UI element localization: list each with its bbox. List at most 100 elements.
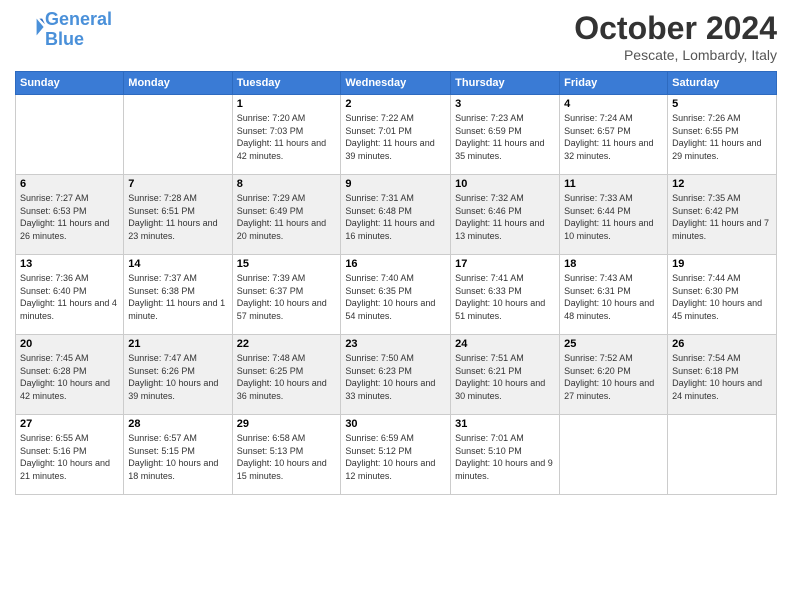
calendar-day-cell: 3 Sunrise: 7:23 AM Sunset: 6:59 PM Daylig… <box>451 95 560 175</box>
calendar-day-cell <box>124 95 232 175</box>
calendar-day-cell: 28 Sunrise: 6:57 AM Sunset: 5:15 PM Dayli… <box>124 415 232 495</box>
day-info: Sunrise: 7:35 AM Sunset: 6:42 PM Dayligh… <box>672 192 772 242</box>
calendar-day-cell <box>668 415 777 495</box>
location: Pescate, Lombardy, Italy <box>574 47 777 63</box>
calendar-day-cell: 29 Sunrise: 6:58 AM Sunset: 5:13 PM Dayli… <box>232 415 341 495</box>
day-info: Sunrise: 7:31 AM Sunset: 6:48 PM Dayligh… <box>345 192 446 242</box>
logo: General Blue <box>15 10 112 50</box>
calendar-week-row: 1Sunrise: 7:20 AM Sunset: 7:03 PM Daylig… <box>16 95 777 175</box>
day-info: Sunrise: 7:40 AM Sunset: 6:35 PM Dayligh… <box>345 272 446 322</box>
calendar-day-cell: 8Sunrise: 7:29 AM Sunset: 6:49 PM Daylig… <box>232 175 341 255</box>
day-info: Sunrise: 7:52 AM Sunset: 6:20 PM Dayligh… <box>564 352 663 402</box>
day-number: 19 <box>672 258 772 270</box>
calendar-header-row: SundayMondayTuesdayWednesdayThursdayFrid… <box>16 72 777 95</box>
day-info: Sunrise: 7:24 AM Sunset: 6:57 PM Dayligh… <box>564 112 663 162</box>
day-info: Sunrise: 7:36 AM Sunset: 6:40 PM Dayligh… <box>20 272 119 322</box>
day-number: 26 <box>672 338 772 350</box>
day-number: 23 <box>345 338 446 350</box>
calendar-day-cell: 9 Sunrise: 7:31 AM Sunset: 6:48 PM Daylig… <box>341 175 451 255</box>
calendar-day-cell: 24Sunrise: 7:51 AM Sunset: 6:21 PM Dayli… <box>451 335 560 415</box>
day-number: 18 <box>564 258 663 270</box>
day-info: Sunrise: 7:41 AM Sunset: 6:33 PM Dayligh… <box>455 272 555 322</box>
calendar-day-cell: 12 Sunrise: 7:35 AM Sunset: 6:42 PM Dayli… <box>668 175 777 255</box>
day-info: Sunrise: 7:22 AM Sunset: 7:01 PM Dayligh… <box>345 112 446 162</box>
day-number: 12 <box>672 178 772 190</box>
day-number: 4 <box>564 98 663 110</box>
day-info: Sunrise: 7:27 AM Sunset: 6:53 PM Dayligh… <box>20 192 119 242</box>
day-info: Sunrise: 7:47 AM Sunset: 6:26 PM Dayligh… <box>128 352 227 402</box>
calendar-day-cell: 6 Sunrise: 7:27 AM Sunset: 6:53 PM Daylig… <box>16 175 124 255</box>
day-number: 20 <box>20 338 119 350</box>
day-info: Sunrise: 6:57 AM Sunset: 5:15 PM Dayligh… <box>128 432 227 482</box>
calendar-day-cell: 16 Sunrise: 7:40 AM Sunset: 6:35 PM Dayli… <box>341 255 451 335</box>
header: General Blue October 2024 Pescate, Lomba… <box>15 10 777 63</box>
day-number: 5 <box>672 98 772 110</box>
day-number: 15 <box>237 258 337 270</box>
day-number: 14 <box>128 258 227 270</box>
calendar-day-cell: 26Sunrise: 7:54 AM Sunset: 6:18 PM Dayli… <box>668 335 777 415</box>
day-info: Sunrise: 7:37 AM Sunset: 6:38 PM Dayligh… <box>128 272 227 322</box>
weekday-header: Friday <box>560 72 668 95</box>
calendar-day-cell: 30Sunrise: 6:59 AM Sunset: 5:12 PM Dayli… <box>341 415 451 495</box>
calendar-week-row: 20 Sunrise: 7:45 AM Sunset: 6:28 PM Dayli… <box>16 335 777 415</box>
calendar-day-cell: 21 Sunrise: 7:47 AM Sunset: 6:26 PM Dayli… <box>124 335 232 415</box>
day-info: Sunrise: 6:58 AM Sunset: 5:13 PM Dayligh… <box>237 432 337 482</box>
day-number: 22 <box>237 338 337 350</box>
day-number: 28 <box>128 418 227 430</box>
calendar-day-cell: 4 Sunrise: 7:24 AM Sunset: 6:57 PM Daylig… <box>560 95 668 175</box>
calendar-day-cell <box>560 415 668 495</box>
page: General Blue October 2024 Pescate, Lomba… <box>0 0 792 612</box>
day-number: 13 <box>20 258 119 270</box>
day-number: 21 <box>128 338 227 350</box>
day-number: 3 <box>455 98 555 110</box>
day-info: Sunrise: 7:44 AM Sunset: 6:30 PM Dayligh… <box>672 272 772 322</box>
calendar-day-cell: 1Sunrise: 7:20 AM Sunset: 7:03 PM Daylig… <box>232 95 341 175</box>
day-info: Sunrise: 7:39 AM Sunset: 6:37 PM Dayligh… <box>237 272 337 322</box>
weekday-header: Wednesday <box>341 72 451 95</box>
calendar-day-cell: 5 Sunrise: 7:26 AM Sunset: 6:55 PM Daylig… <box>668 95 777 175</box>
calendar-day-cell: 10 Sunrise: 7:32 AM Sunset: 6:46 PM Dayli… <box>451 175 560 255</box>
day-info: Sunrise: 7:45 AM Sunset: 6:28 PM Dayligh… <box>20 352 119 402</box>
calendar-day-cell: 13 Sunrise: 7:36 AM Sunset: 6:40 PM Dayli… <box>16 255 124 335</box>
calendar-week-row: 13 Sunrise: 7:36 AM Sunset: 6:40 PM Dayli… <box>16 255 777 335</box>
day-number: 11 <box>564 178 663 190</box>
day-info: Sunrise: 7:33 AM Sunset: 6:44 PM Dayligh… <box>564 192 663 242</box>
weekday-header: Thursday <box>451 72 560 95</box>
calendar-day-cell: 23 Sunrise: 7:50 AM Sunset: 6:23 PM Dayli… <box>341 335 451 415</box>
day-number: 29 <box>237 418 337 430</box>
calendar-day-cell: 22 Sunrise: 7:48 AM Sunset: 6:25 PM Dayli… <box>232 335 341 415</box>
day-info: Sunrise: 6:55 AM Sunset: 5:16 PM Dayligh… <box>20 432 119 482</box>
day-number: 10 <box>455 178 555 190</box>
calendar-day-cell: 27Sunrise: 6:55 AM Sunset: 5:16 PM Dayli… <box>16 415 124 495</box>
weekday-header: Tuesday <box>232 72 341 95</box>
day-number: 9 <box>345 178 446 190</box>
day-info: Sunrise: 7:32 AM Sunset: 6:46 PM Dayligh… <box>455 192 555 242</box>
calendar-table: SundayMondayTuesdayWednesdayThursdayFrid… <box>15 71 777 495</box>
calendar-day-cell: 11 Sunrise: 7:33 AM Sunset: 6:44 PM Dayli… <box>560 175 668 255</box>
day-info: Sunrise: 7:51 AM Sunset: 6:21 PM Dayligh… <box>455 352 555 402</box>
day-number: 8 <box>237 178 337 190</box>
calendar-week-row: 27Sunrise: 6:55 AM Sunset: 5:16 PM Dayli… <box>16 415 777 495</box>
day-info: Sunrise: 7:48 AM Sunset: 6:25 PM Dayligh… <box>237 352 337 402</box>
logo-general: General <box>45 9 112 29</box>
day-number: 6 <box>20 178 119 190</box>
weekday-header: Monday <box>124 72 232 95</box>
day-number: 16 <box>345 258 446 270</box>
weekday-header: Sunday <box>16 72 124 95</box>
day-number: 2 <box>345 98 446 110</box>
day-number: 7 <box>128 178 227 190</box>
day-number: 31 <box>455 418 555 430</box>
title-section: October 2024 Pescate, Lombardy, Italy <box>574 10 777 63</box>
day-number: 30 <box>345 418 446 430</box>
calendar-day-cell: 15 Sunrise: 7:39 AM Sunset: 6:37 PM Dayli… <box>232 255 341 335</box>
calendar-day-cell: 19 Sunrise: 7:44 AM Sunset: 6:30 PM Dayli… <box>668 255 777 335</box>
day-info: Sunrise: 7:43 AM Sunset: 6:31 PM Dayligh… <box>564 272 663 322</box>
calendar-day-cell <box>16 95 124 175</box>
calendar-day-cell: 20 Sunrise: 7:45 AM Sunset: 6:28 PM Dayli… <box>16 335 124 415</box>
day-info: Sunrise: 7:50 AM Sunset: 6:23 PM Dayligh… <box>345 352 446 402</box>
day-info: Sunrise: 7:26 AM Sunset: 6:55 PM Dayligh… <box>672 112 772 162</box>
day-info: Sunrise: 7:23 AM Sunset: 6:59 PM Dayligh… <box>455 112 555 162</box>
logo-icon <box>17 13 45 41</box>
calendar-day-cell: 25Sunrise: 7:52 AM Sunset: 6:20 PM Dayli… <box>560 335 668 415</box>
month-title: October 2024 <box>574 10 777 47</box>
